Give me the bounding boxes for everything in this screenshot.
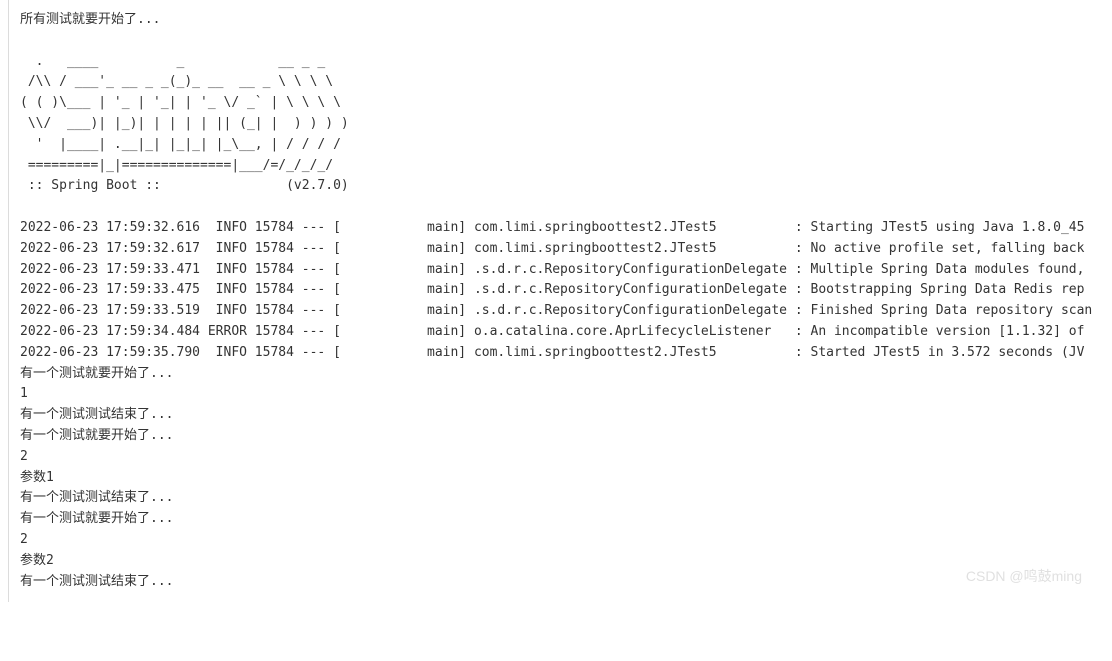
log-line: 2022-06-23 17:59:33.519 INFO 15784 --- [… [20,301,1092,322]
output-line: 有一个测试测试结束了... [20,488,1092,509]
output-line: 参数2 [20,551,1092,572]
blank-line [20,197,1092,218]
log-line: 2022-06-23 17:59:33.471 INFO 15784 --- [… [20,260,1092,281]
banner-line: /\\ / ___'_ __ _ _(_)_ __ __ _ \ \ \ \ [20,72,1092,93]
blank-line [20,31,1092,52]
watermark: CSDN @鸣鼓ming [966,565,1082,587]
log-line: 2022-06-23 17:59:32.617 INFO 15784 --- [… [20,239,1092,260]
banner-line: :: Spring Boot :: (v2.7.0) [20,176,1092,197]
log-line: 2022-06-23 17:59:34.484 ERROR 15784 --- … [20,322,1092,343]
output-line: 参数1 [20,468,1092,489]
log-line: 2022-06-23 17:59:35.790 INFO 15784 --- [… [20,343,1092,364]
console-output: 所有测试就要开始了... . ____ _ __ _ _ /\\ / ___'_… [20,10,1092,592]
intro-line: 所有测试就要开始了... [20,10,1092,31]
left-border [8,0,9,602]
banner-line: ( ( )\___ | '_ | '_| | '_ \/ _` | \ \ \ … [20,93,1092,114]
banner-line: =========|_|==============|___/=/_/_/_/ [20,156,1092,177]
output-line: 2 [20,447,1092,468]
output-line: 2 [20,530,1092,551]
output-line: 有一个测试就要开始了... [20,509,1092,530]
test-output: 有一个测试就要开始了...1有一个测试测试结束了...有一个测试就要开始了...… [20,364,1092,593]
banner-line: ' |____| .__|_| |_|_| |_\__, | / / / / [20,135,1092,156]
log-line: 2022-06-23 17:59:33.475 INFO 15784 --- [… [20,280,1092,301]
output-line: 有一个测试就要开始了... [20,364,1092,385]
output-line: 有一个测试测试结束了... [20,405,1092,426]
banner-line: \\/ ___)| |_)| | | | | || (_| | ) ) ) ) [20,114,1092,135]
output-line: 有一个测试就要开始了... [20,426,1092,447]
output-line: 有一个测试测试结束了... [20,572,1092,593]
output-line: 1 [20,384,1092,405]
banner-line: . ____ _ __ _ _ [20,52,1092,73]
log-lines: 2022-06-23 17:59:32.616 INFO 15784 --- [… [20,218,1092,364]
spring-boot-banner: . ____ _ __ _ _ /\\ / ___'_ __ _ _(_)_ _… [20,52,1092,198]
log-line: 2022-06-23 17:59:32.616 INFO 15784 --- [… [20,218,1092,239]
